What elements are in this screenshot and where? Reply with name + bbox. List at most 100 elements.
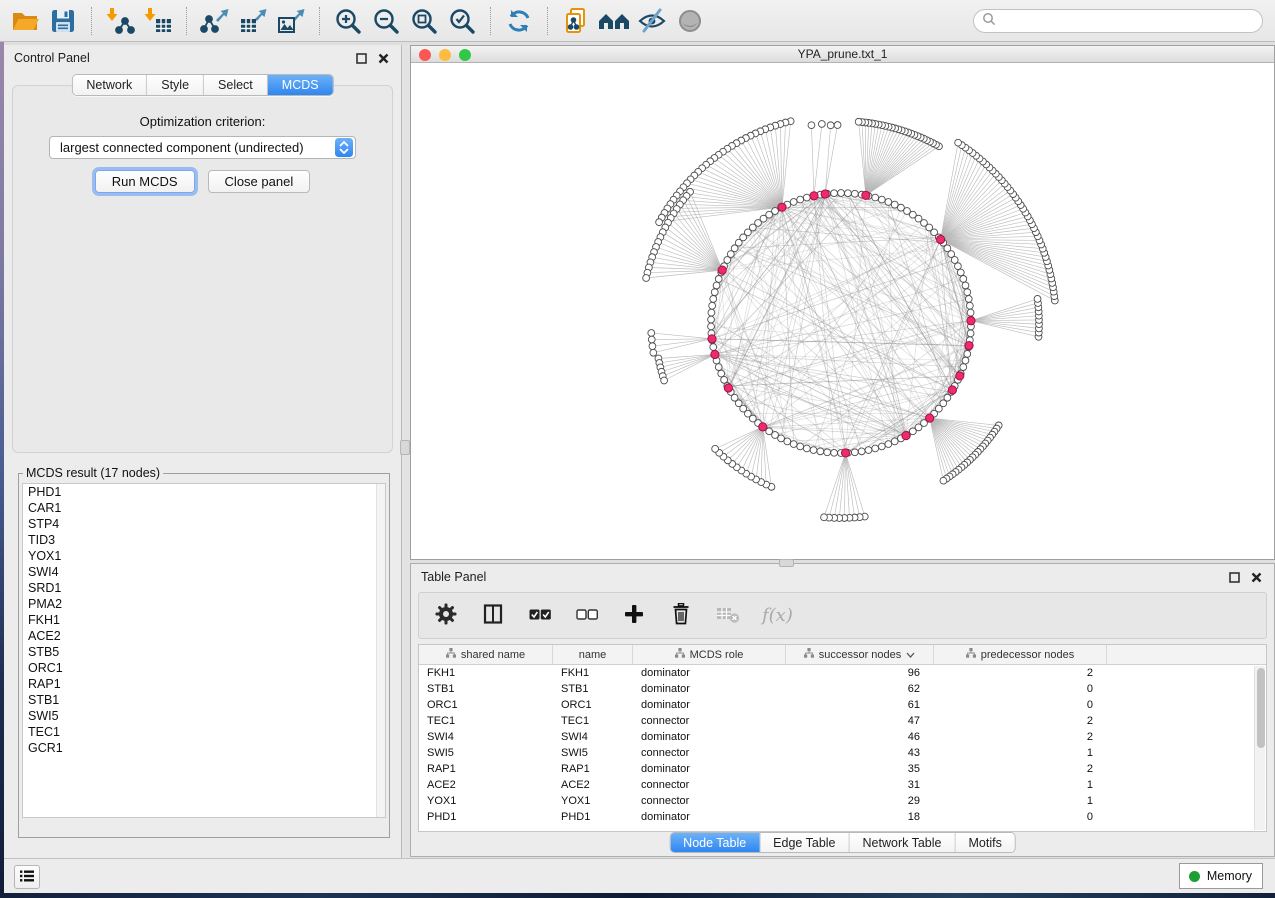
network-node[interactable] — [962, 282, 969, 289]
network-node[interactable] — [940, 477, 947, 484]
network-node[interactable] — [964, 350, 971, 357]
mcds-result-item[interactable]: CAR1 — [23, 500, 385, 516]
select-all-rows-button[interactable] — [527, 603, 553, 629]
table-row[interactable]: PHD1PHD1dominator180 — [419, 809, 1266, 825]
network-node[interactable] — [818, 121, 825, 128]
mcds-result-item[interactable]: YOX1 — [23, 548, 385, 564]
zoom-out-button[interactable] — [367, 3, 405, 39]
network-node[interactable] — [656, 219, 663, 226]
network-node[interactable] — [851, 190, 858, 197]
mcds-node[interactable] — [821, 190, 829, 198]
mcds-result-item[interactable]: PMA2 — [23, 596, 385, 612]
network-node[interactable] — [838, 190, 845, 197]
mcds-node[interactable] — [965, 341, 973, 349]
network-node[interactable] — [845, 190, 852, 197]
mcds-node[interactable] — [862, 191, 870, 199]
mcds-result-item[interactable]: STP4 — [23, 516, 385, 532]
open-session-button[interactable] — [6, 3, 44, 39]
network-node[interactable] — [808, 122, 815, 129]
table-scrollbar-thumb[interactable] — [1257, 668, 1265, 748]
network-node[interactable] — [891, 438, 898, 445]
run-mcds-button[interactable]: Run MCDS — [95, 170, 195, 193]
tab-edge-table[interactable]: Edge Table — [760, 833, 849, 852]
show-task-history-button[interactable] — [14, 865, 40, 889]
network-node[interactable] — [715, 275, 722, 282]
float-panel-icon[interactable] — [353, 50, 369, 66]
mcds-node[interactable] — [810, 192, 818, 200]
mcds-node[interactable] — [956, 372, 964, 380]
tab-motifs[interactable]: Motifs — [955, 833, 1014, 852]
show-column-panel-button[interactable] — [480, 603, 506, 629]
table-settings-button[interactable] — [433, 603, 459, 629]
network-node[interactable] — [708, 323, 715, 330]
network-canvas[interactable] — [411, 63, 1274, 559]
search-input[interactable] — [996, 14, 1254, 28]
network-node[interactable] — [790, 199, 797, 206]
network-node[interactable] — [821, 514, 828, 521]
mcds-result-item[interactable]: ACE2 — [23, 628, 385, 644]
network-node[interactable] — [964, 289, 971, 296]
network-node[interactable] — [718, 370, 725, 377]
network-node[interactable] — [712, 445, 719, 452]
network-node[interactable] — [966, 302, 973, 309]
column-header-successor-nodes[interactable]: successor nodes — [786, 645, 934, 664]
save-session-button[interactable] — [44, 3, 82, 39]
close-panel-icon[interactable] — [375, 50, 391, 66]
zoom-fit-button[interactable] — [405, 3, 443, 39]
network-node[interactable] — [649, 343, 656, 350]
table-row[interactable]: SWI5SWI5connector431 — [419, 745, 1266, 761]
network-window-titlebar[interactable]: YPA_prune.txt_1 — [411, 46, 1274, 63]
network-node[interactable] — [834, 122, 841, 129]
tab-mcds[interactable]: MCDS — [268, 75, 333, 95]
deselect-all-rows-button[interactable] — [574, 603, 600, 629]
close-window-icon[interactable] — [419, 49, 431, 61]
network-node[interactable] — [824, 449, 831, 456]
mcds-node[interactable] — [902, 431, 910, 439]
network-node[interactable] — [803, 445, 810, 452]
table-row[interactable]: SWI4SWI4dominator462 — [419, 729, 1266, 745]
network-node[interactable] — [661, 377, 668, 384]
maximize-window-icon[interactable] — [459, 49, 471, 61]
column-header-mcds-role[interactable]: MCDS role — [633, 645, 786, 664]
mcds-list-scrollbar[interactable] — [376, 484, 385, 817]
tab-network-table[interactable]: Network Table — [850, 833, 956, 852]
close-panel-icon[interactable] — [1248, 569, 1264, 585]
network-node[interactable] — [817, 448, 824, 455]
network-node[interactable] — [711, 289, 718, 296]
network-node[interactable] — [967, 309, 974, 316]
network-node[interactable] — [708, 316, 715, 323]
network-node[interactable] — [872, 194, 879, 201]
network-node[interactable] — [810, 447, 817, 454]
network-node[interactable] — [803, 194, 810, 201]
network-node[interactable] — [955, 139, 962, 146]
network-node[interactable] — [858, 448, 865, 455]
network-node[interactable] — [643, 275, 650, 282]
delete-column-button[interactable] — [668, 603, 694, 629]
mcds-result-item[interactable]: STB1 — [23, 692, 385, 708]
network-node[interactable] — [831, 190, 838, 197]
network-node[interactable] — [865, 447, 872, 454]
network-node[interactable] — [851, 449, 858, 456]
close-panel-button[interactable]: Close panel — [208, 170, 311, 193]
mcds-result-item[interactable]: SRD1 — [23, 580, 385, 596]
memory-button[interactable]: Memory — [1179, 863, 1263, 889]
network-node[interactable] — [962, 357, 969, 364]
network-node[interactable] — [955, 263, 962, 270]
tab-network[interactable]: Network — [72, 75, 147, 95]
table-row[interactable]: RAP1RAP1dominator352 — [419, 761, 1266, 777]
network-node[interactable] — [784, 438, 791, 445]
mcds-node[interactable] — [708, 335, 716, 343]
table-row[interactable]: STB1STB1dominator620 — [419, 681, 1266, 697]
clone-network-button[interactable] — [557, 3, 595, 39]
column-header-predecessor-nodes[interactable]: predecessor nodes — [934, 645, 1107, 664]
network-node[interactable] — [872, 445, 879, 452]
mcds-result-item[interactable]: TID3 — [23, 532, 385, 548]
float-panel-icon[interactable] — [1226, 569, 1242, 585]
network-node[interactable] — [713, 282, 720, 289]
network-node[interactable] — [797, 443, 804, 450]
network-node[interactable] — [891, 201, 898, 208]
network-node[interactable] — [960, 275, 967, 282]
network-node[interactable] — [715, 364, 722, 371]
export-image-button[interactable] — [272, 3, 310, 39]
optimization-criterion-dropdown[interactable]: largest connected component (undirected) — [49, 136, 356, 159]
